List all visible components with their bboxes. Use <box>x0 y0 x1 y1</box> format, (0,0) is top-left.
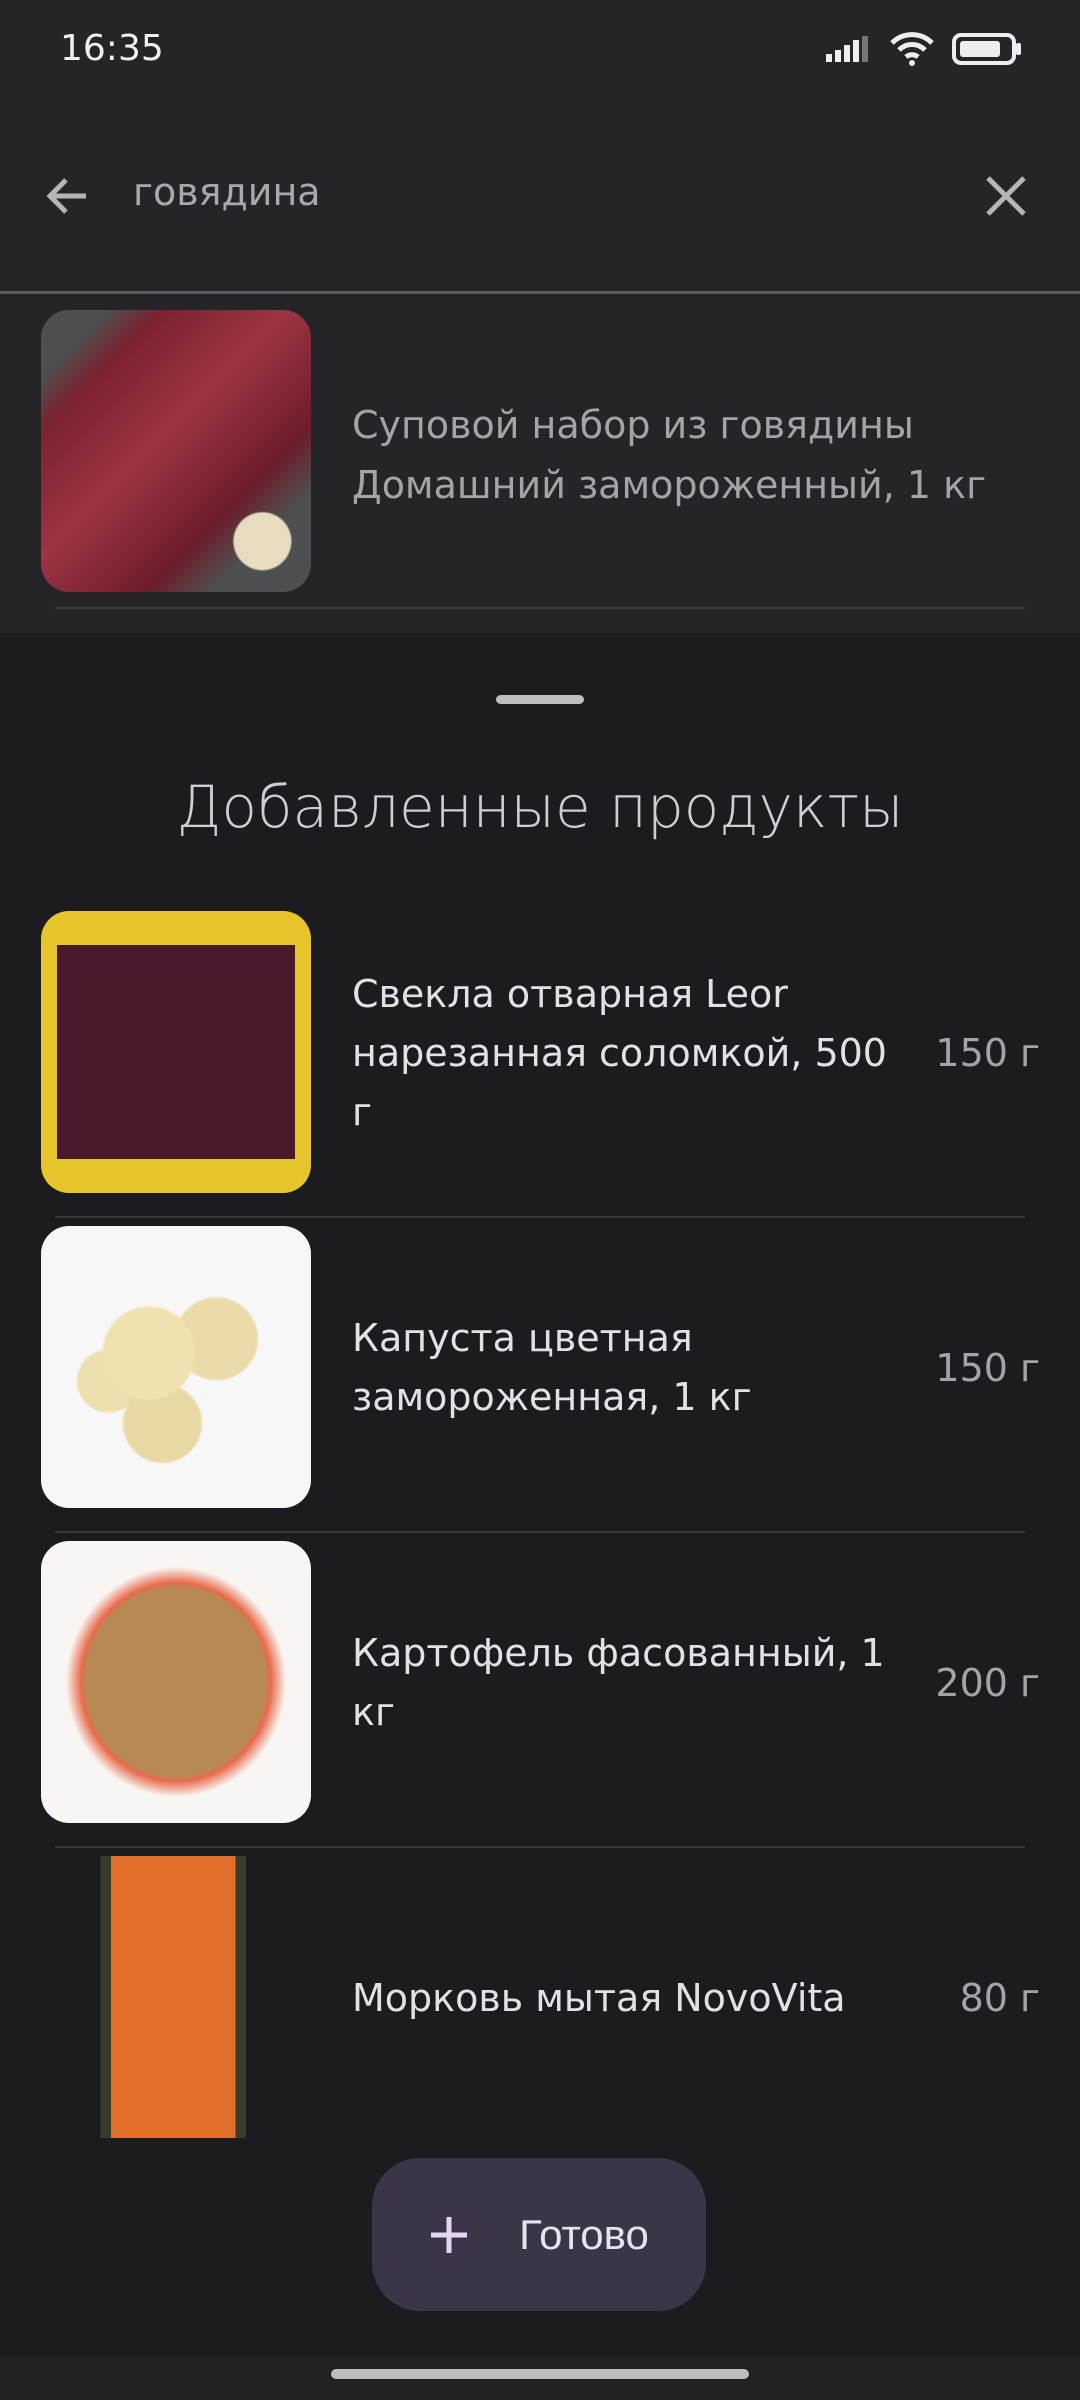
product-qty[interactable]: 200 г <box>935 1533 1040 1833</box>
added-products-sheet: Добавленные продукты Свекла отварная Leo… <box>0 633 1080 2400</box>
product-row[interactable]: Свекла отварная Leor нарезанная соломкой… <box>0 903 1080 1218</box>
home-indicator[interactable] <box>331 2369 749 2379</box>
arrow-left-icon[interactable] <box>40 168 96 224</box>
product-row[interactable]: Морковь мытая NovoVita 80 г <box>0 1848 1080 2163</box>
plus-icon <box>431 2216 468 2253</box>
cauliflower-product-image <box>41 1226 311 1508</box>
search-result-line1: Суповой набор из говядины <box>352 403 914 447</box>
search-bar: говядина <box>0 140 1080 250</box>
product-qty[interactable]: 80 г <box>960 1848 1040 2148</box>
done-button[interactable]: Готово <box>372 2158 706 2311</box>
sheet-title: Добавленные продукты <box>176 773 904 841</box>
product-name: Картофель фасованный, 1 кг <box>352 1631 885 1734</box>
product-qty[interactable]: 150 г <box>935 1218 1040 1518</box>
search-result-line2: Домашний замороженный, 1 кг <box>352 463 987 507</box>
product-name: Капуста цветная замороженная, 1 кг <box>352 1316 752 1419</box>
product-name: Свекла отварная Leor нарезанная соломкой… <box>352 971 887 1134</box>
beef-product-image <box>41 310 311 592</box>
carrot-product-image <box>41 1856 311 2138</box>
result-separator <box>55 607 1025 609</box>
wifi-icon <box>890 32 934 66</box>
drag-handle[interactable] <box>496 695 584 704</box>
search-result-item[interactable]: Суповой набор из говядины Домашний замор… <box>0 300 1080 610</box>
product-row[interactable]: Картофель фасованный, 1 кг 200 г <box>0 1533 1080 1848</box>
beet-product-image <box>41 911 311 1193</box>
search-divider <box>0 291 1080 294</box>
done-label: Готово <box>519 2210 649 2258</box>
close-icon[interactable] <box>978 168 1034 224</box>
product-name: Морковь мытая NovoVita <box>352 1975 846 2020</box>
status-icons <box>826 32 1022 66</box>
search-input[interactable]: говядина <box>133 170 321 214</box>
product-qty[interactable]: 150 г <box>935 903 1040 1203</box>
product-row[interactable]: Капуста цветная замороженная, 1 кг 150 г <box>0 1218 1080 1533</box>
status-time: 16:35 <box>60 28 164 69</box>
navigation-bar <box>0 2356 1080 2400</box>
battery-icon <box>952 33 1021 65</box>
potato-product-image <box>41 1541 311 1823</box>
search-result-text: Суповой набор из говядины Домашний замор… <box>352 395 986 515</box>
signal-icon <box>826 36 868 62</box>
